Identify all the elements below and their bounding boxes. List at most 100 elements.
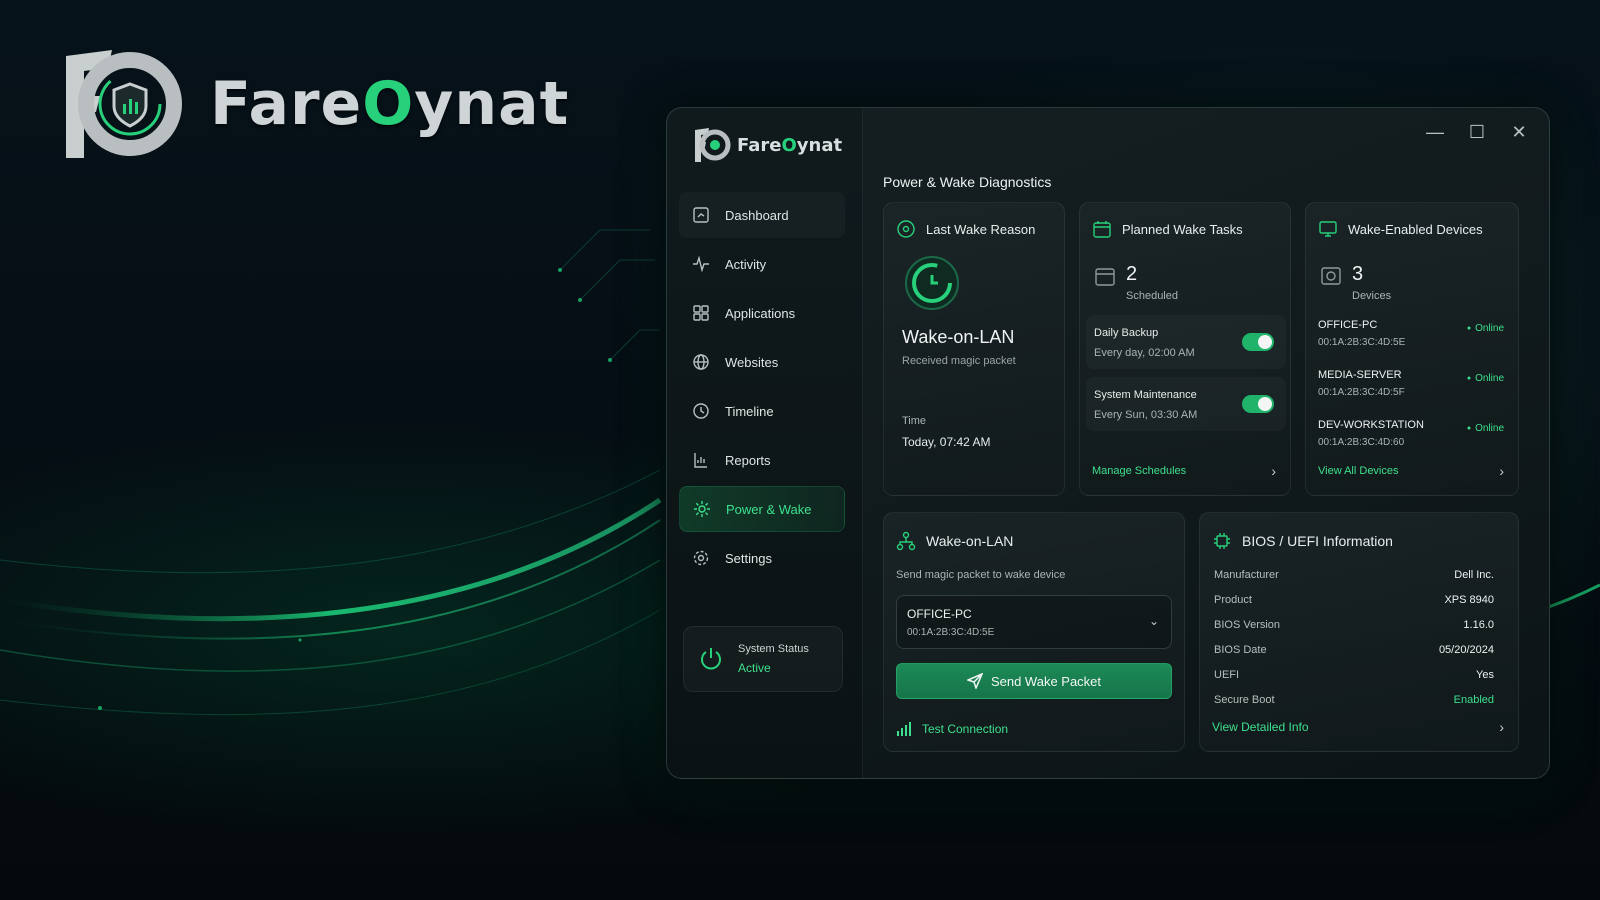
devices-label: Devices: [1352, 290, 1392, 302]
sidebar-item-applications[interactable]: Applications: [679, 290, 845, 336]
wake-devices-card: Wake-Enabled Devices 3 Devices OFFICE-PC…: [1305, 202, 1519, 496]
sidebar-item-label: Settings: [725, 550, 772, 566]
scheduled-count: 2: [1126, 263, 1138, 285]
sidebar-item-settings[interactable]: Settings: [679, 535, 845, 581]
sidebar-item-activity[interactable]: Activity: [679, 241, 845, 287]
link-label: View All Devices: [1318, 465, 1399, 477]
app-name: FareOynat: [737, 134, 843, 156]
device-select[interactable]: OFFICE-PC 00:1A:2B:3C:4D:5E ⌄: [896, 595, 1172, 649]
brand-name: FareOynat: [210, 69, 570, 139]
timeline-icon: [691, 401, 711, 421]
scheduled-label: Scheduled: [1126, 290, 1178, 302]
device-item[interactable]: DEV-WORKSTATION 00:1A:2B:3C:4D:60 Online: [1318, 419, 1508, 448]
device-item[interactable]: OFFICE-PC 00:1A:2B:3C:4D:5E Online: [1318, 319, 1508, 348]
chevron-down-icon: ⌄: [1148, 614, 1159, 628]
bios-info-card: BIOS / UEFI Information Manufacturer Dell…: [1199, 512, 1519, 752]
network-icon: [896, 531, 916, 551]
bios-key: BIOS Date: [1214, 644, 1267, 656]
last-wake-card: Last Wake Reason Wake-on-LAN Received ma…: [883, 202, 1065, 496]
card-title: Wake-on-LAN: [926, 533, 1014, 549]
sidebar: FareOynat Dashboard Activity Application…: [667, 108, 863, 778]
wake-on-lan-card: Wake-on-LAN Send magic packet to wake de…: [883, 512, 1185, 752]
wake-indicator-icon: [905, 256, 959, 310]
planned-tasks-card: Planned Wake Tasks 2 Scheduled Daily Bac…: [1079, 202, 1291, 496]
page-title: Power & Wake Diagnostics: [883, 174, 1052, 190]
link-label: Manage Schedules: [1092, 465, 1187, 477]
power-icon: [701, 648, 721, 670]
view-detailed-info-link[interactable]: View Detailed Info ›: [1212, 719, 1504, 735]
bios-row: BIOS Version 1.16.0: [1214, 619, 1494, 631]
status-label: System Status: [738, 643, 809, 655]
task-name: System Maintenance: [1094, 389, 1197, 401]
chevron-right-icon: ›: [1271, 463, 1276, 479]
window-controls: — ☐ ✕: [1423, 120, 1531, 144]
device-mac: 00:1A:2B:3C:4D:60: [1318, 437, 1405, 448]
link-label: View Detailed Info: [1212, 720, 1309, 734]
status-badge: Online: [1467, 423, 1504, 434]
bios-value: Dell Inc.: [1454, 569, 1494, 581]
sidebar-item-label: Dashboard: [725, 207, 789, 223]
sidebar-item-power-wake[interactable]: Power & Wake: [679, 486, 845, 532]
bios-value: XPS 8940: [1444, 594, 1494, 606]
sidebar-item-label: Websites: [725, 354, 779, 370]
device-item[interactable]: MEDIA-SERVER 00:1A:2B:3C:4D:5F Online: [1318, 369, 1508, 398]
app-window: — ☐ ✕ FareOynat Dashboard Activity Appli…: [666, 107, 1550, 779]
reports-icon: [691, 450, 711, 470]
sidebar-item-reports[interactable]: Reports: [679, 437, 845, 483]
brand-logo-icon: [66, 50, 182, 158]
scheduled-stat: 2 Scheduled: [1094, 263, 1178, 302]
button-label: Send Wake Packet: [990, 673, 1102, 689]
time-label: Time: [902, 415, 927, 427]
calendar-icon: [1093, 221, 1111, 238]
bios-row: Manufacturer Dell Inc.: [1214, 569, 1494, 581]
activity-icon: [691, 254, 711, 274]
close-button[interactable]: ✕: [1507, 120, 1531, 144]
manage-schedules-link[interactable]: Manage Schedules ›: [1092, 463, 1276, 479]
selected-device-name: OFFICE-PC: [907, 607, 972, 621]
applications-icon: [691, 303, 711, 323]
sidebar-nav: Dashboard Activity Applications Websites…: [679, 192, 845, 584]
dashboard-icon: [691, 205, 711, 225]
device-mac: 00:1A:2B:3C:4D:5E: [1318, 337, 1406, 348]
sidebar-item-label: Activity: [725, 256, 767, 272]
devices-count: 3: [1352, 263, 1364, 285]
task-toggle[interactable]: [1242, 395, 1274, 413]
minimize-button[interactable]: —: [1423, 120, 1447, 144]
test-connection-link[interactable]: Test Connection: [896, 721, 1008, 737]
wol-description: Send magic packet to wake device: [896, 569, 1066, 581]
bios-key: Product: [1214, 594, 1252, 606]
bios-key: Manufacturer: [1214, 569, 1279, 581]
bios-key: Secure Boot: [1214, 694, 1275, 706]
task-schedule: Every Sun, 03:30 AM: [1094, 409, 1198, 421]
status-badge: Online: [1467, 323, 1504, 334]
sidebar-item-timeline[interactable]: Timeline: [679, 388, 845, 434]
card-title: Wake-Enabled Devices: [1348, 221, 1483, 237]
devices-icon: [1319, 221, 1337, 237]
task-toggle[interactable]: [1242, 333, 1274, 351]
sidebar-item-websites[interactable]: Websites: [679, 339, 845, 385]
status-badge: Online: [1467, 373, 1504, 384]
wake-reason: Wake-on-LAN: [902, 327, 1015, 347]
send-icon: [966, 673, 983, 689]
sidebar-item-label: Power & Wake: [726, 501, 812, 517]
chevron-right-icon: ›: [1499, 463, 1504, 479]
send-wake-packet-button[interactable]: Send Wake Packet: [896, 663, 1172, 699]
chip-icon: [1214, 533, 1230, 549]
bios-value: 1.16.0: [1463, 619, 1494, 631]
view-all-devices-link[interactable]: View All Devices ›: [1318, 463, 1504, 479]
link-label: Test Connection: [922, 722, 1009, 736]
card-title: BIOS / UEFI Information: [1242, 533, 1393, 549]
bios-row: BIOS Date 05/20/2024: [1214, 644, 1494, 656]
bios-key: BIOS Version: [1214, 619, 1281, 631]
calendar-icon: [1095, 268, 1115, 286]
bios-value: 05/20/2024: [1438, 644, 1494, 656]
time-value: Today, 07:42 AM: [902, 435, 991, 449]
maximize-button[interactable]: ☐: [1465, 120, 1489, 144]
status-value: Active: [738, 661, 771, 675]
task-name: Daily Backup: [1094, 327, 1159, 339]
card-title: Planned Wake Tasks: [1122, 221, 1243, 237]
sidebar-logo: FareOynat: [691, 126, 842, 164]
sidebar-item-label: Timeline: [725, 403, 774, 419]
system-status-card: System Status Active: [683, 626, 843, 692]
sidebar-item-dashboard[interactable]: Dashboard: [679, 192, 845, 238]
